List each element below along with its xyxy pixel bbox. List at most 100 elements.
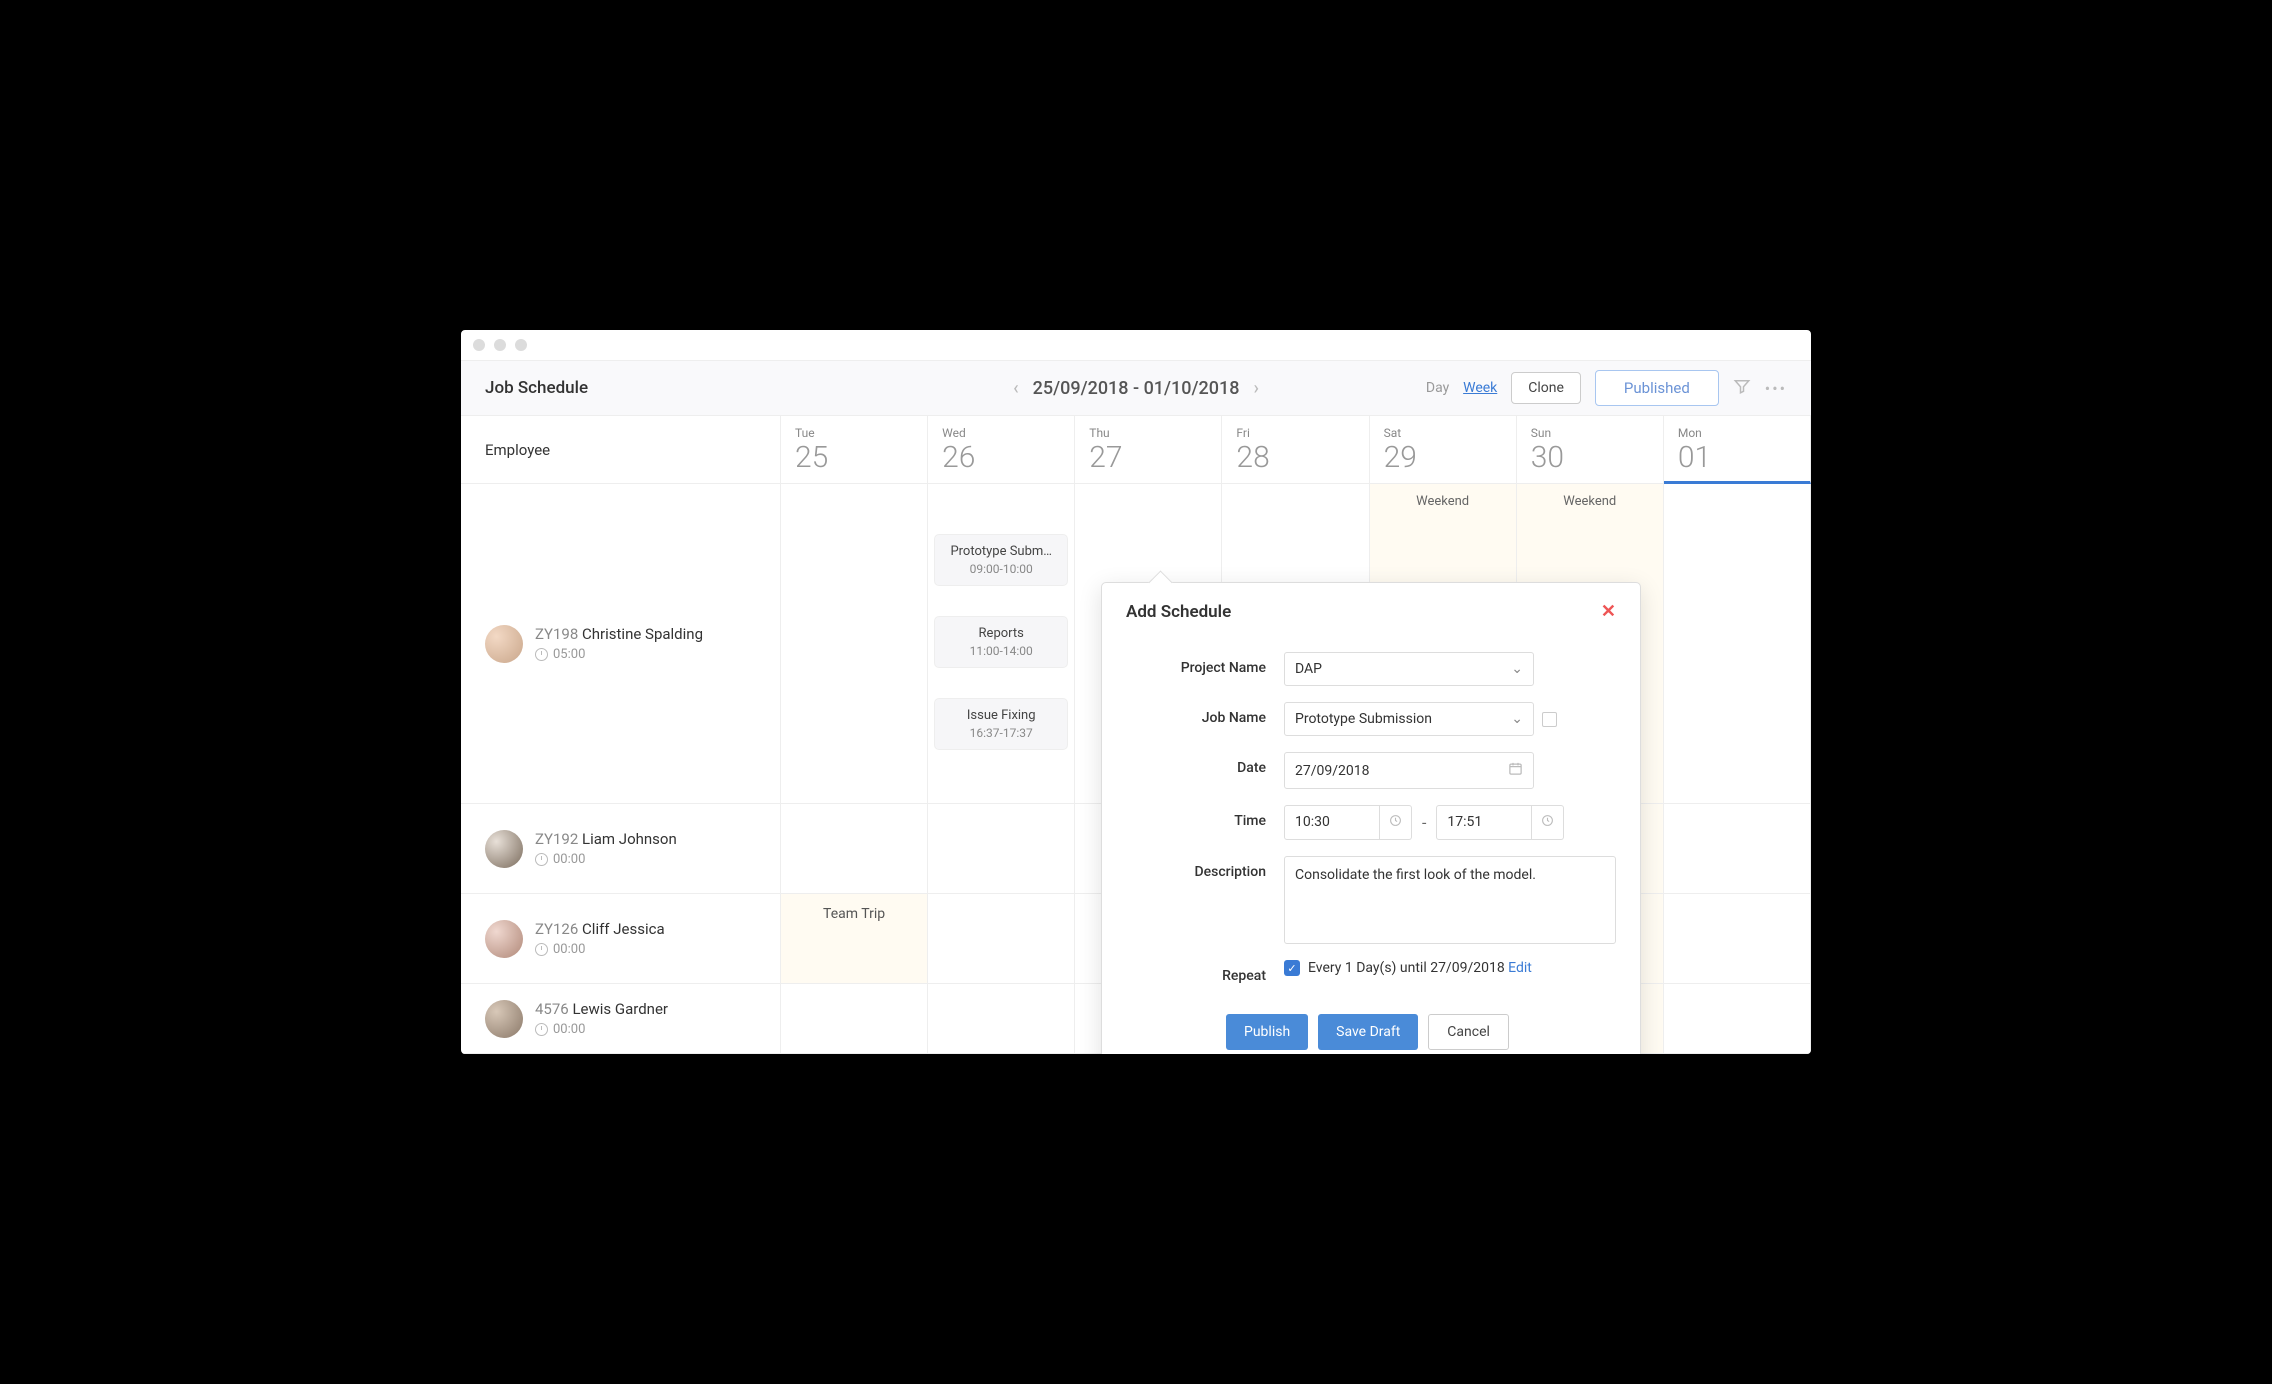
chevron-left-icon[interactable]: ‹ (1013, 378, 1019, 399)
time-label: Time (1126, 805, 1266, 829)
date-label: Date (1126, 752, 1266, 776)
app-window: Job Schedule ‹ 25/09/2018 - 01/10/2018 ›… (451, 320, 1821, 1064)
day-cell[interactable] (781, 804, 928, 894)
employee-hours: 00:00 (535, 942, 665, 957)
avatar (485, 920, 523, 958)
task-card[interactable]: Issue Fixing16:37-17:37 (934, 698, 1068, 750)
employee-name: ZY192 Liam Johnson (535, 830, 677, 848)
day-cell[interactable] (781, 984, 928, 1054)
day-header-thu[interactable]: Thu27 (1075, 416, 1222, 484)
close-icon[interactable]: ✕ (1601, 601, 1616, 622)
employee-info: ZY126 Cliff Jessica 00:00 (535, 920, 665, 957)
add-schedule-popover: Add Schedule ✕ Project Name DAP ⌄ Job Na… (1101, 582, 1641, 1064)
employee-name: ZY198 Christine Spalding (535, 625, 703, 643)
view-toggle: Day Week (1426, 380, 1497, 396)
view-day[interactable]: Day (1426, 380, 1449, 396)
employee-info: ZY198 Christine Spalding 05:00 (535, 625, 703, 662)
task-card[interactable]: Reports11:00-14:00 (934, 616, 1068, 668)
day-cell[interactable] (928, 984, 1075, 1054)
employee-row: ZY126 Cliff Jessica 00:00 (461, 894, 781, 984)
form-row-date: Date 27/09/2018 (1126, 752, 1616, 789)
clone-button[interactable]: Clone (1511, 372, 1581, 404)
time-from-input[interactable]: 10:30 (1284, 805, 1380, 840)
avatar (485, 830, 523, 868)
day-cell[interactable] (1664, 484, 1811, 804)
day-header-sat[interactable]: Sat29 (1370, 416, 1517, 484)
clock-icon (535, 648, 548, 661)
job-checkbox[interactable] (1542, 712, 1557, 727)
day-header-sun[interactable]: Sun30 (1517, 416, 1664, 484)
popover-form: Project Name DAP ⌄ Job Name Prototype Su… (1102, 630, 1640, 1064)
more-icon[interactable]: ••• (1765, 379, 1787, 398)
window-titlebar (461, 330, 1811, 360)
day-cell[interactable] (928, 894, 1075, 984)
employee-name: 4576 Lewis Gardner (535, 1000, 668, 1018)
window-minimize-icon[interactable] (494, 339, 506, 351)
published-button[interactable]: Published (1595, 370, 1719, 406)
avatar (485, 625, 523, 663)
date-range-text: 25/09/2018 - 01/10/2018 (1033, 378, 1240, 399)
form-row-description: Description Consolidate the first look o… (1126, 856, 1616, 944)
window-maximize-icon[interactable] (515, 339, 527, 351)
time-to-input[interactable]: 17:51 (1436, 805, 1532, 840)
chevron-right-icon[interactable]: › (1253, 378, 1258, 399)
day-header-wed[interactable]: Wed26 (928, 416, 1075, 484)
employee-row: ZY198 Christine Spalding 05:00 (461, 484, 781, 804)
repeat-text: Every 1 Day(s) until 27/09/2018 Edit (1308, 960, 1532, 976)
day-cell[interactable] (781, 484, 928, 804)
form-row-time: Time 10:30 - 17:51 (1126, 805, 1616, 840)
form-row-job: Job Name Prototype Submission ⌄ (1126, 702, 1616, 736)
repeat-label: Repeat (1126, 960, 1266, 984)
repeat-edit-link[interactable]: Edit (1508, 960, 1532, 976)
popover-header: Add Schedule ✕ (1102, 583, 1640, 630)
clock-icon[interactable] (1380, 805, 1412, 840)
day-header-mon[interactable]: Mon01 (1664, 416, 1811, 484)
day-cell[interactable] (1664, 984, 1811, 1054)
project-label: Project Name (1126, 652, 1266, 676)
description-textarea[interactable]: Consolidate the first look of the model. (1284, 856, 1616, 944)
clock-icon (535, 853, 548, 866)
publish-button[interactable]: Publish (1226, 1014, 1308, 1050)
job-label: Job Name (1126, 702, 1266, 726)
date-range-nav: ‹ 25/09/2018 - 01/10/2018 › (1013, 378, 1259, 399)
day-cell[interactable] (928, 804, 1075, 894)
form-row-repeat: Repeat ✓ Every 1 Day(s) until 27/09/2018… (1126, 960, 1616, 984)
date-input[interactable]: 27/09/2018 (1284, 752, 1534, 789)
clock-icon[interactable] (1532, 805, 1564, 840)
filter-icon[interactable] (1733, 377, 1751, 400)
employee-info: 4576 Lewis Gardner 00:00 (535, 1000, 668, 1037)
clock-icon (535, 1023, 548, 1036)
employee-info: ZY192 Liam Johnson 00:00 (535, 830, 677, 867)
window-close-icon[interactable] (473, 339, 485, 351)
popover-title: Add Schedule (1126, 602, 1231, 622)
save-draft-button[interactable]: Save Draft (1318, 1014, 1418, 1050)
task-card[interactable]: Prototype Subm…09:00-10:00 (934, 534, 1068, 586)
employee-hours: 05:00 (535, 647, 703, 662)
employee-row: ZY192 Liam Johnson 00:00 (461, 804, 781, 894)
toolbar: Job Schedule ‹ 25/09/2018 - 01/10/2018 ›… (461, 360, 1811, 416)
day-header-fri[interactable]: Fri28 (1222, 416, 1369, 484)
day-cell[interactable] (1664, 894, 1811, 984)
chevron-down-icon: ⌄ (1511, 711, 1523, 727)
popover-actions: Publish Save Draft Cancel (1126, 1000, 1616, 1064)
project-select[interactable]: DAP ⌄ (1284, 652, 1534, 686)
page-title: Job Schedule (485, 378, 588, 398)
day-cell[interactable]: Prototype Subm…09:00-10:00 Reports11:00-… (928, 484, 1075, 804)
time-separator: - (1420, 813, 1428, 832)
day-cell-team-trip[interactable]: Team Trip (781, 894, 928, 984)
employee-header: Employee (461, 416, 781, 484)
day-cell[interactable] (1664, 804, 1811, 894)
day-header-tue[interactable]: Tue25 (781, 416, 928, 484)
toolbar-right: Day Week Clone Published ••• (1426, 370, 1787, 406)
chevron-down-icon: ⌄ (1511, 661, 1523, 677)
employee-row: 4576 Lewis Gardner 00:00 (461, 984, 781, 1054)
cancel-button[interactable]: Cancel (1428, 1014, 1509, 1050)
clock-icon (535, 943, 548, 956)
job-select[interactable]: Prototype Submission ⌄ (1284, 702, 1534, 736)
repeat-checkbox[interactable]: ✓ (1284, 960, 1300, 976)
form-row-project: Project Name DAP ⌄ (1126, 652, 1616, 686)
employee-hours: 00:00 (535, 852, 677, 867)
view-week[interactable]: Week (1463, 380, 1497, 396)
avatar (485, 1000, 523, 1038)
employee-hours: 00:00 (535, 1022, 668, 1037)
